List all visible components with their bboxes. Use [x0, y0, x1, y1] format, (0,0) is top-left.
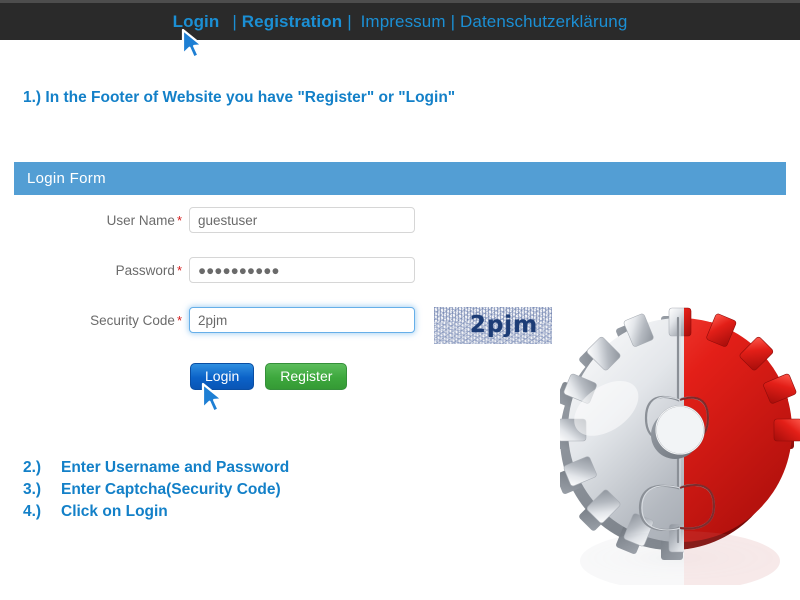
instruction-step-1: 1.) In the Footer of Website you have "R…: [23, 89, 456, 106]
step-2-text: Enter Username and Password: [61, 459, 290, 476]
required-asterisk-security-code: *: [176, 312, 182, 328]
nav-separator-2: |: [347, 11, 352, 31]
nav-link-datenschutzerklaerung[interactable]: Datenschutzerklärung: [460, 12, 627, 32]
required-asterisk-password: *: [176, 262, 182, 278]
username-input[interactable]: [189, 207, 415, 233]
top-navigation-bar: Login | Registration | Impressum | Daten…: [0, 3, 800, 40]
form-button-row: Login Register: [190, 363, 348, 390]
captcha-image[interactable]: 2pjm: [434, 307, 552, 344]
required-asterisk-username: *: [176, 212, 182, 228]
step-3-number: 3.): [23, 481, 42, 498]
password-input[interactable]: [189, 257, 415, 283]
register-button[interactable]: Register: [265, 363, 348, 390]
instruction-step-3: 3.) Enter Captcha(Security Code): [23, 479, 289, 501]
login-form-header: Login Form: [14, 162, 786, 195]
instruction-step-4: 4.) Click on Login: [23, 501, 289, 523]
field-row-username: User Name *: [14, 207, 415, 233]
nav-link-registration[interactable]: Registration: [242, 12, 342, 32]
step-2-number: 2.): [23, 459, 42, 476]
nav-link-impressum[interactable]: Impressum: [361, 12, 446, 32]
nav-separator-3: |: [450, 11, 456, 31]
nav-link-list: Login | Registration | Impressum | Daten…: [173, 12, 628, 32]
step-4-number: 4.): [23, 503, 42, 520]
password-label: Password *: [115, 262, 182, 278]
field-row-password: Password *: [14, 257, 415, 283]
instruction-steps-list: 2.) Enter Username and Password 3.) Ente…: [23, 457, 289, 523]
captcha-text: 2pjm: [469, 312, 539, 338]
step-3-text: Enter Captcha(Security Code): [61, 481, 281, 498]
gear-puzzle-illustration: [560, 300, 800, 591]
username-label: User Name *: [106, 212, 182, 228]
login-button[interactable]: Login: [190, 363, 255, 390]
page-title: Login Form: [27, 170, 106, 187]
step-4-text: Click on Login: [61, 503, 168, 520]
field-row-security-code: Security Code *: [14, 307, 415, 333]
security-code-label: Security Code *: [90, 312, 182, 328]
nav-link-login[interactable]: Login: [173, 12, 220, 32]
instruction-step-2: 2.) Enter Username and Password: [23, 457, 289, 479]
nav-separator-1: |: [232, 11, 237, 31]
security-code-input[interactable]: [189, 307, 415, 333]
